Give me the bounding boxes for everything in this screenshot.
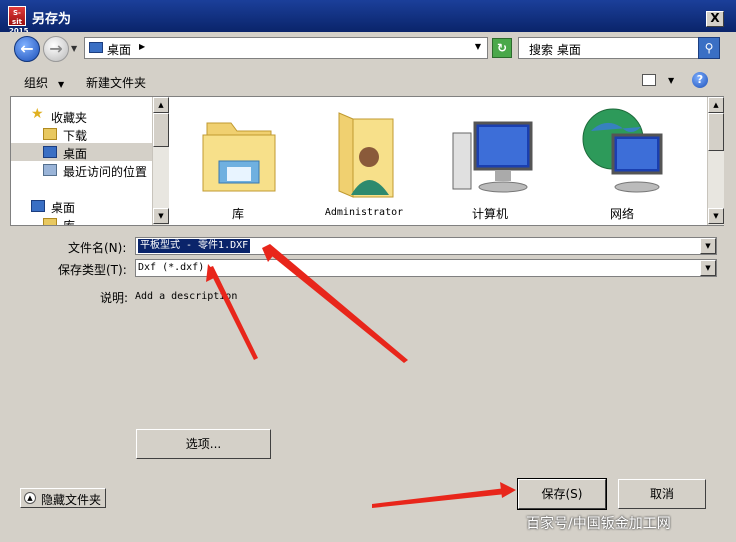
navigation-bar: ← → ▼ 桌面 ▶ ▼ ↻ 搜索 桌面 ⚲ <box>0 32 736 66</box>
nav-item-library[interactable]: 库 <box>11 215 153 225</box>
nav-item-label: 最近访问的位置 <box>63 165 148 179</box>
star-icon: ★ <box>31 106 44 122</box>
item-computer[interactable]: 计算机 <box>435 103 545 223</box>
nav-item-label: 收藏夹 <box>51 111 88 125</box>
search-input[interactable]: 搜索 桌面 ⚲ <box>518 37 720 59</box>
scroll-up-icon[interactable]: ▲ <box>708 97 724 113</box>
window-title: 另存为 <box>32 12 72 27</box>
view-mode-icon[interactable] <box>642 74 656 86</box>
filetype-label: 保存类型(T): <box>58 263 127 277</box>
chevron-up-icon: ▲ <box>24 492 36 504</box>
navigation-pane: ★ 收藏夹 下载 桌面 最近访问的位置 桌面 库 ▲ ▼ <box>11 97 169 225</box>
download-folder-icon <box>43 128 57 140</box>
breadcrumb-chevron-icon[interactable]: ▶ <box>139 42 145 51</box>
nav-item-label: 桌面 <box>51 201 76 215</box>
item-label: 计算机 <box>471 207 508 221</box>
forward-button[interactable]: → <box>43 36 69 62</box>
item-administrator[interactable]: Administrator <box>309 103 419 223</box>
recent-pages-dropdown-icon[interactable]: ▼ <box>71 44 77 53</box>
nav-item-desktop[interactable]: 桌面 <box>11 143 153 161</box>
scroll-up-icon[interactable]: ▲ <box>153 97 169 113</box>
close-button[interactable]: X <box>706 11 724 27</box>
computer-icon <box>452 121 533 193</box>
filetype-value[interactable]: Dxf (*.dxf) <box>138 261 204 275</box>
refresh-button[interactable]: ↻ <box>492 38 512 58</box>
organize-menu[interactable]: 组织 ▼ <box>24 74 64 91</box>
nav-pane-scrollbar[interactable]: ▲ ▼ <box>152 97 169 225</box>
address-dropdown-icon[interactable]: ▼ <box>475 42 481 51</box>
item-network[interactable]: 网络 <box>567 103 677 223</box>
scroll-down-icon[interactable]: ▼ <box>708 208 724 224</box>
scroll-thumb[interactable] <box>708 113 724 151</box>
search-placeholder: 搜索 桌面 <box>529 43 581 57</box>
nav-item-favorites[interactable]: ★ 收藏夹 <box>11 107 153 125</box>
scroll-down-icon[interactable]: ▼ <box>153 208 169 224</box>
items-pane: 库 Administrator 计算机 网络 <box>171 97 707 225</box>
recent-places-icon <box>43 164 57 176</box>
nav-item-recent-places[interactable]: 最近访问的位置 <box>11 161 153 179</box>
description-label: 说明: <box>100 291 129 305</box>
file-browser: ★ 收藏夹 下载 桌面 最近访问的位置 桌面 库 ▲ ▼ <box>10 96 724 226</box>
desktop-icon <box>43 146 57 158</box>
organize-label: 组织 <box>24 76 49 90</box>
filetype-select[interactable]: Dxf (*.dxf) ▼ <box>135 259 717 277</box>
library-icon <box>43 218 57 225</box>
back-button[interactable]: ← <box>14 36 40 62</box>
filename-value[interactable]: 平板型式 - 零件1.DXF <box>138 239 251 253</box>
title-bar: S-sit 2015 另存为 X <box>0 0 736 35</box>
user-folder-icon <box>338 112 394 198</box>
address-text[interactable]: 桌面 <box>107 41 131 58</box>
chevron-down-icon: ▼ <box>58 80 65 89</box>
nav-item-label: 下载 <box>63 129 88 143</box>
new-folder-button[interactable]: 新建文件夹 <box>86 74 146 91</box>
item-library[interactable]: 库 <box>183 103 293 223</box>
options-button[interactable]: 选项... <box>136 429 271 459</box>
items-pane-scrollbar[interactable]: ▲ ▼ <box>707 97 724 225</box>
search-icon[interactable]: ⚲ <box>698 37 720 59</box>
item-label: 网络 <box>609 207 634 221</box>
nav-item-desktop-root[interactable]: 桌面 <box>11 197 153 215</box>
item-label: Administrator <box>324 207 404 218</box>
network-globe-icon <box>582 108 663 193</box>
filename-label: 文件名(N): <box>68 241 127 255</box>
library-folder-icon <box>202 122 276 192</box>
hide-folders-button[interactable]: ▲ 隐藏文件夹 <box>20 488 106 508</box>
nav-item-label: 桌面 <box>63 147 88 161</box>
help-icon[interactable]: ? <box>692 72 708 88</box>
nav-item-label: 库 <box>63 217 75 225</box>
nav-item-downloads[interactable]: 下载 <box>11 125 153 143</box>
command-toolbar: 组织 ▼ 新建文件夹 ▼ ? <box>0 66 736 96</box>
save-button[interactable]: 保存(S) <box>517 478 607 510</box>
cancel-button[interactable]: 取消 <box>618 479 706 509</box>
watermark: 百家号/中国钣金加工网 <box>526 516 671 532</box>
hide-folders-label: 隐藏文件夹 <box>41 493 102 507</box>
address-bar[interactable]: 桌面 ▶ ▼ <box>84 37 488 59</box>
desktop-icon <box>89 42 103 53</box>
app-logo-icon: S-sit 2015 <box>8 6 28 35</box>
chevron-down-icon[interactable]: ▼ <box>700 238 716 254</box>
view-dropdown-icon[interactable]: ▼ <box>668 76 674 85</box>
chevron-down-icon[interactable]: ▼ <box>700 260 716 276</box>
scroll-thumb[interactable] <box>153 113 169 147</box>
item-label: 库 <box>231 207 244 221</box>
description-field[interactable]: Add a description <box>135 291 237 302</box>
save-form: 文件名(N): 平板型式 - 零件1.DXF ▼ 保存类型(T): Dxf (*… <box>0 228 736 542</box>
filename-input[interactable]: 平板型式 - 零件1.DXF ▼ <box>135 237 717 255</box>
desktop-icon <box>31 200 45 212</box>
